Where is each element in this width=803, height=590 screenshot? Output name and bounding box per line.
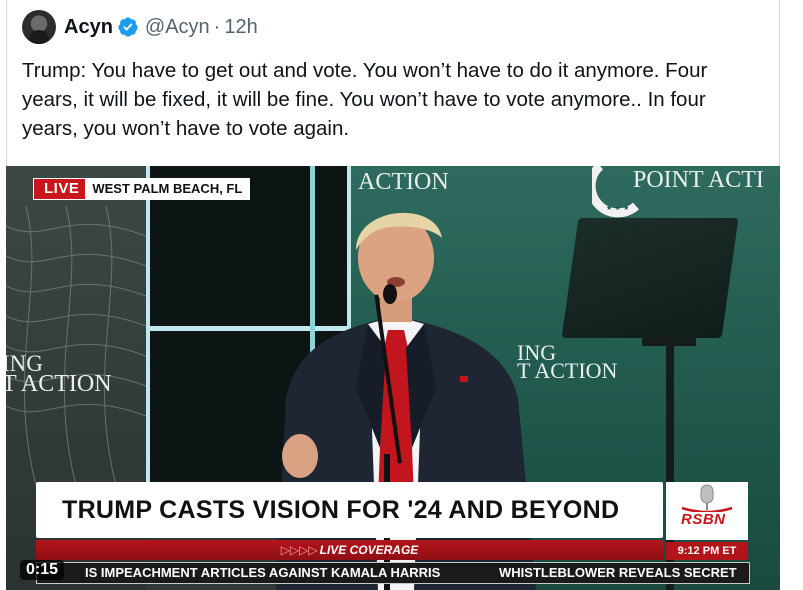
tweet-header: Acyn @Acyn · 12h [22,10,258,44]
timestamp[interactable]: 12h [224,16,257,39]
location-label: WEST PALM BEACH, FL [85,179,250,199]
live-coverage-strip: ▷▷▷▷ LIVE COVERAGE [36,540,663,560]
lower-third-headline: TRUMP CASTS VISION FOR '24 AND BEYOND [36,482,663,538]
ticker-item: WHISTLEBLOWER REVEALS SECRET [499,565,737,580]
live-badge: LIVE WEST PALM BEACH, FL [34,179,250,199]
news-ticker: IS IMPEACHMENT ARTICLES AGAINST KAMALA H… [36,562,750,584]
separator-dot: · [213,15,221,38]
microphone-logo-icon [681,484,733,512]
tweet-text: Trump: You have to get out and vote. You… [22,59,708,140]
network-name: RSBN [681,511,726,528]
video-duration: 0:15 [20,560,65,580]
author-handle[interactable]: @Acyn [145,16,210,39]
network-logo: RSBN [666,482,748,540]
live-coverage-text: LIVE COVERAGE [319,543,419,557]
stage-text-point-top: POINT ACTI [633,167,764,193]
ticker-item: IS IMPEACHMENT ARTICLES AGAINST KAMALA H… [85,565,441,580]
author-name[interactable]: Acyn [64,16,113,39]
broadcast-clock: 9:12 PM ET [666,542,748,560]
stage-text-action-top: ACTION [358,169,449,195]
teleprompter [561,218,739,338]
video-player[interactable]: ACTION ★ ★ ★ POINT ACTI ING T ACTION ING… [6,166,780,590]
stage-wave-pattern [6,206,146,486]
svg-text:★ ★ ★: ★ ★ ★ [606,204,629,212]
avatar[interactable] [22,10,56,44]
tweet-card: Acyn @Acyn · 12h Trump: You have to get … [0,0,803,590]
play-arrows-icon: ▷▷▷▷ [280,543,318,557]
headline-text: TRUMP CASTS VISION FOR '24 AND BEYOND [62,495,620,524]
live-label: LIVE [34,179,86,199]
stage-text-action-left: T ACTION [6,371,112,397]
verified-badge-icon [118,17,138,37]
